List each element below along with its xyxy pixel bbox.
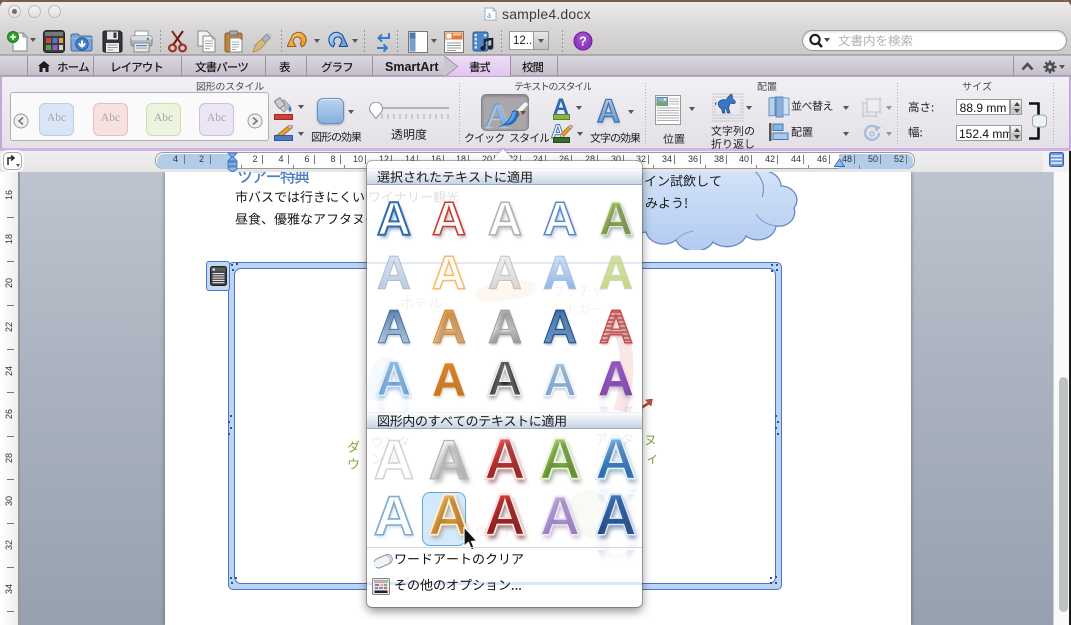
svg-text:a: a xyxy=(487,10,491,20)
svg-text:?: ? xyxy=(579,35,587,49)
